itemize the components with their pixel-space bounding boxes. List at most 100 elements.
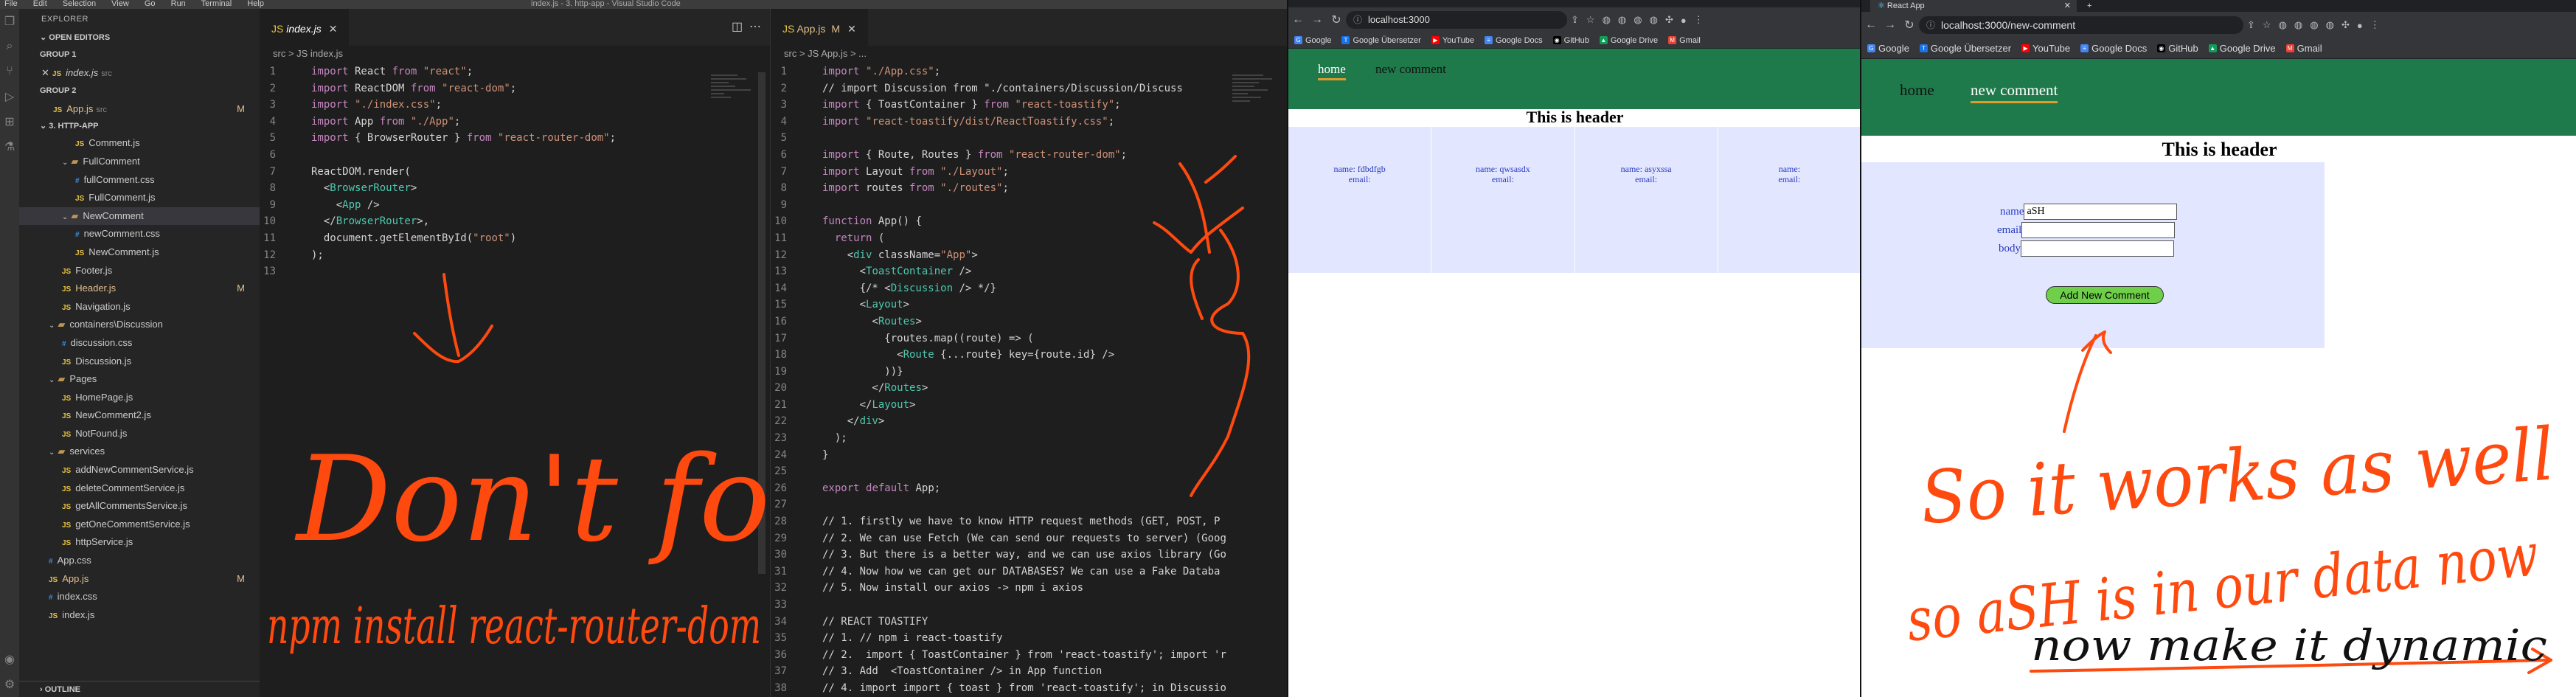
source-control-icon[interactable]: ⑂ <box>0 59 19 84</box>
kebab-menu-icon[interactable]: ⋮ <box>2370 19 2380 31</box>
tree-file[interactable]: JS HomePage.js <box>19 389 260 407</box>
extension-icon[interactable]: ◍ <box>2310 19 2318 31</box>
settings-gear-icon[interactable]: ⚙ <box>0 672 19 697</box>
extension-icon[interactable]: ◍ <box>2326 19 2334 31</box>
nav-new-comment[interactable]: new comment <box>1375 62 1446 77</box>
email-field[interactable] <box>2021 222 2176 238</box>
extension-icon[interactable]: ◍ <box>1634 14 1642 26</box>
tree-file[interactable]: # App.css <box>19 552 260 570</box>
code-line[interactable]: 19 ))} <box>771 364 1287 381</box>
vertical-scrollbar[interactable] <box>758 72 765 574</box>
tree-file[interactable]: # newComment.css <box>19 225 260 243</box>
code-line[interactable]: 29 // 2. We can use Fetch (We can send ou… <box>771 530 1287 547</box>
tree-file[interactable]: JS Comment.js <box>19 134 260 153</box>
project-header[interactable]: ⌄ 3. HTTP-APP <box>19 118 260 134</box>
comment-card[interactable]: name: qwsasdx email: <box>1431 127 1575 273</box>
code-line[interactable]: 5 <box>771 130 1287 147</box>
avatar[interactable]: ● <box>2357 20 2363 31</box>
explorer-icon[interactable]: ❐ <box>0 9 19 34</box>
extension-icon[interactable]: ◍ <box>1603 14 1611 26</box>
split-editor-icon[interactable]: ◫ <box>732 21 743 33</box>
share-icon[interactable]: ⇪ <box>1571 14 1579 26</box>
code-line[interactable]: 33 <box>771 597 1287 614</box>
run-debug-icon[interactable]: ▷ <box>0 84 19 109</box>
code-line[interactable]: 16 <Routes> <box>771 313 1287 330</box>
close-icon[interactable]: ✕ <box>41 67 49 78</box>
code-line[interactable]: 10 </BrowserRouter>, <box>260 213 770 230</box>
address-bar[interactable]: ⓘ localhost:3000/new-comment <box>1919 16 2243 34</box>
tree-file[interactable]: JS Discussion.js <box>19 353 260 371</box>
code-line[interactable]: 18 <Route {...route} key={route.id} /> <box>771 347 1287 364</box>
tree-file[interactable]: JS App.js M <box>19 570 260 589</box>
code-line[interactable]: 6 <box>260 147 770 164</box>
tree-file[interactable]: # discussion.css <box>19 334 260 353</box>
bookmark-youtube[interactable]: ▶ YouTube <box>1431 36 1474 45</box>
code-line[interactable]: 3 import "./index.css"; <box>260 97 770 114</box>
code-line[interactable]: 36 // 2. import { ToastContainer } from '… <box>771 647 1287 664</box>
bookmark-github[interactable]: ◉ GitHub <box>1552 36 1589 45</box>
code-line[interactable]: 20 </Routes> <box>771 380 1287 397</box>
tree-file[interactable]: JS deleteCommentService.js <box>19 479 260 498</box>
tree-file[interactable]: JS Header.js M <box>19 280 260 298</box>
tree-folder[interactable]: ⌄ ▰ NewComment <box>19 207 260 226</box>
close-icon[interactable]: ✕ <box>329 23 338 35</box>
code-line[interactable]: 5 import { BrowserRouter } from "react-ro… <box>260 130 770 147</box>
code-line[interactable]: 31 // 4. Now how we can get our DATABASES… <box>771 564 1287 580</box>
code-line[interactable]: 6 import { Route, Routes } from "react-ro… <box>771 147 1287 164</box>
code-editor-index[interactable]: 1 import React from "react"; 2 import React… <box>260 62 770 280</box>
code-line[interactable]: 17 {routes.map((route) => ( <box>771 330 1287 347</box>
code-line[interactable]: 14 {/* <Discussion /> */} <box>771 280 1287 297</box>
tree-file[interactable]: JS NotFound.js <box>19 425 260 443</box>
tree-file[interactable]: JS Footer.js <box>19 262 260 280</box>
code-line[interactable]: 35 // 1. // npm i react-toastify <box>771 630 1287 647</box>
code-line[interactable]: 4 import "react-toastify/dist/ReactToasti… <box>771 114 1287 131</box>
tree-folder[interactable]: ⌄ ▰ Pages <box>19 370 260 389</box>
code-line[interactable]: 12 <div className="App"> <box>771 247 1287 264</box>
code-line[interactable]: 1 import "./App.css"; <box>771 63 1287 80</box>
bookmark-gmail[interactable]: M Gmail <box>2285 43 2322 54</box>
comment-card[interactable]: name: asyxssa email: <box>1575 127 1718 273</box>
puzzle-icon[interactable]: ✣ <box>2341 19 2350 31</box>
extension-icon[interactable]: ◍ <box>2279 19 2287 31</box>
extension-icon[interactable]: ◍ <box>1650 14 1658 26</box>
tree-file[interactable]: # index.css <box>19 588 260 606</box>
bookmark-docs[interactable]: ≡ Google Docs <box>1485 36 1543 45</box>
menu-view[interactable]: View <box>111 0 129 8</box>
tab-index-js[interactable]: JS index.js ✕ <box>260 9 350 46</box>
comment-card[interactable]: name: email: <box>1718 127 1860 273</box>
code-line[interactable]: 32 // 5. Now install our axios -> npm i a… <box>771 580 1287 597</box>
bookmark-translate[interactable]: T Google Übersetzer <box>1919 43 2011 54</box>
nav-home[interactable]: home <box>1318 62 1346 80</box>
code-line[interactable]: 10 function App() { <box>771 213 1287 230</box>
forward-icon[interactable]: → <box>1308 13 1327 27</box>
code-line[interactable]: 24} <box>771 447 1287 464</box>
tree-folder[interactable]: ⌄ ▰ services <box>19 443 260 461</box>
extension-icon[interactable]: ◍ <box>1618 14 1626 26</box>
tree-file[interactable]: JS NewComment.js <box>19 243 260 262</box>
reload-icon[interactable]: ↻ <box>1900 18 1919 32</box>
code-line[interactable]: 22 </div> <box>771 413 1287 430</box>
breadcrumb[interactable]: src > JS index.js <box>260 46 770 62</box>
code-line[interactable]: 7 ReactDOM.render( <box>260 164 770 181</box>
code-line[interactable]: 34 // REACT TOASTIFY <box>771 614 1287 631</box>
code-line[interactable]: 21 </Layout> <box>771 397 1287 414</box>
code-line[interactable]: 25 <box>771 463 1287 480</box>
tree-file[interactable]: JS getOneCommentService.js <box>19 516 260 534</box>
code-line[interactable]: 8 import routes from "./routes"; <box>771 180 1287 197</box>
outline-header[interactable]: › OUTLINE <box>19 681 260 697</box>
code-line[interactable]: 7 import Layout from "./Layout"; <box>771 164 1287 181</box>
tree-file[interactable]: JS addNewCommentService.js <box>19 461 260 479</box>
kebab-menu-icon[interactable]: ⋮ <box>1694 14 1704 26</box>
code-line[interactable]: 2 // import Discussion from "./containers… <box>771 80 1287 97</box>
code-line[interactable]: 9 <App /> <box>260 197 770 214</box>
tree-file[interactable]: JS NewComment2.js <box>19 406 260 425</box>
code-line[interactable]: 8 <BrowserRouter> <box>260 180 770 197</box>
testing-icon[interactable]: ⚗ <box>0 134 19 159</box>
nav-new-comment[interactable]: new comment <box>1971 81 2058 103</box>
code-line[interactable]: 2 import ReactDOM from "react-dom"; <box>260 80 770 97</box>
bookmark-star-icon[interactable]: ☆ <box>2263 19 2271 31</box>
bookmark-google[interactable]: G Google <box>1294 36 1331 45</box>
code-line[interactable]: 12); <box>260 247 770 264</box>
code-line[interactable]: 11 document.getElementById("root") <box>260 230 770 247</box>
tree-file[interactable]: JS getAllCommentsService.js <box>19 497 260 516</box>
